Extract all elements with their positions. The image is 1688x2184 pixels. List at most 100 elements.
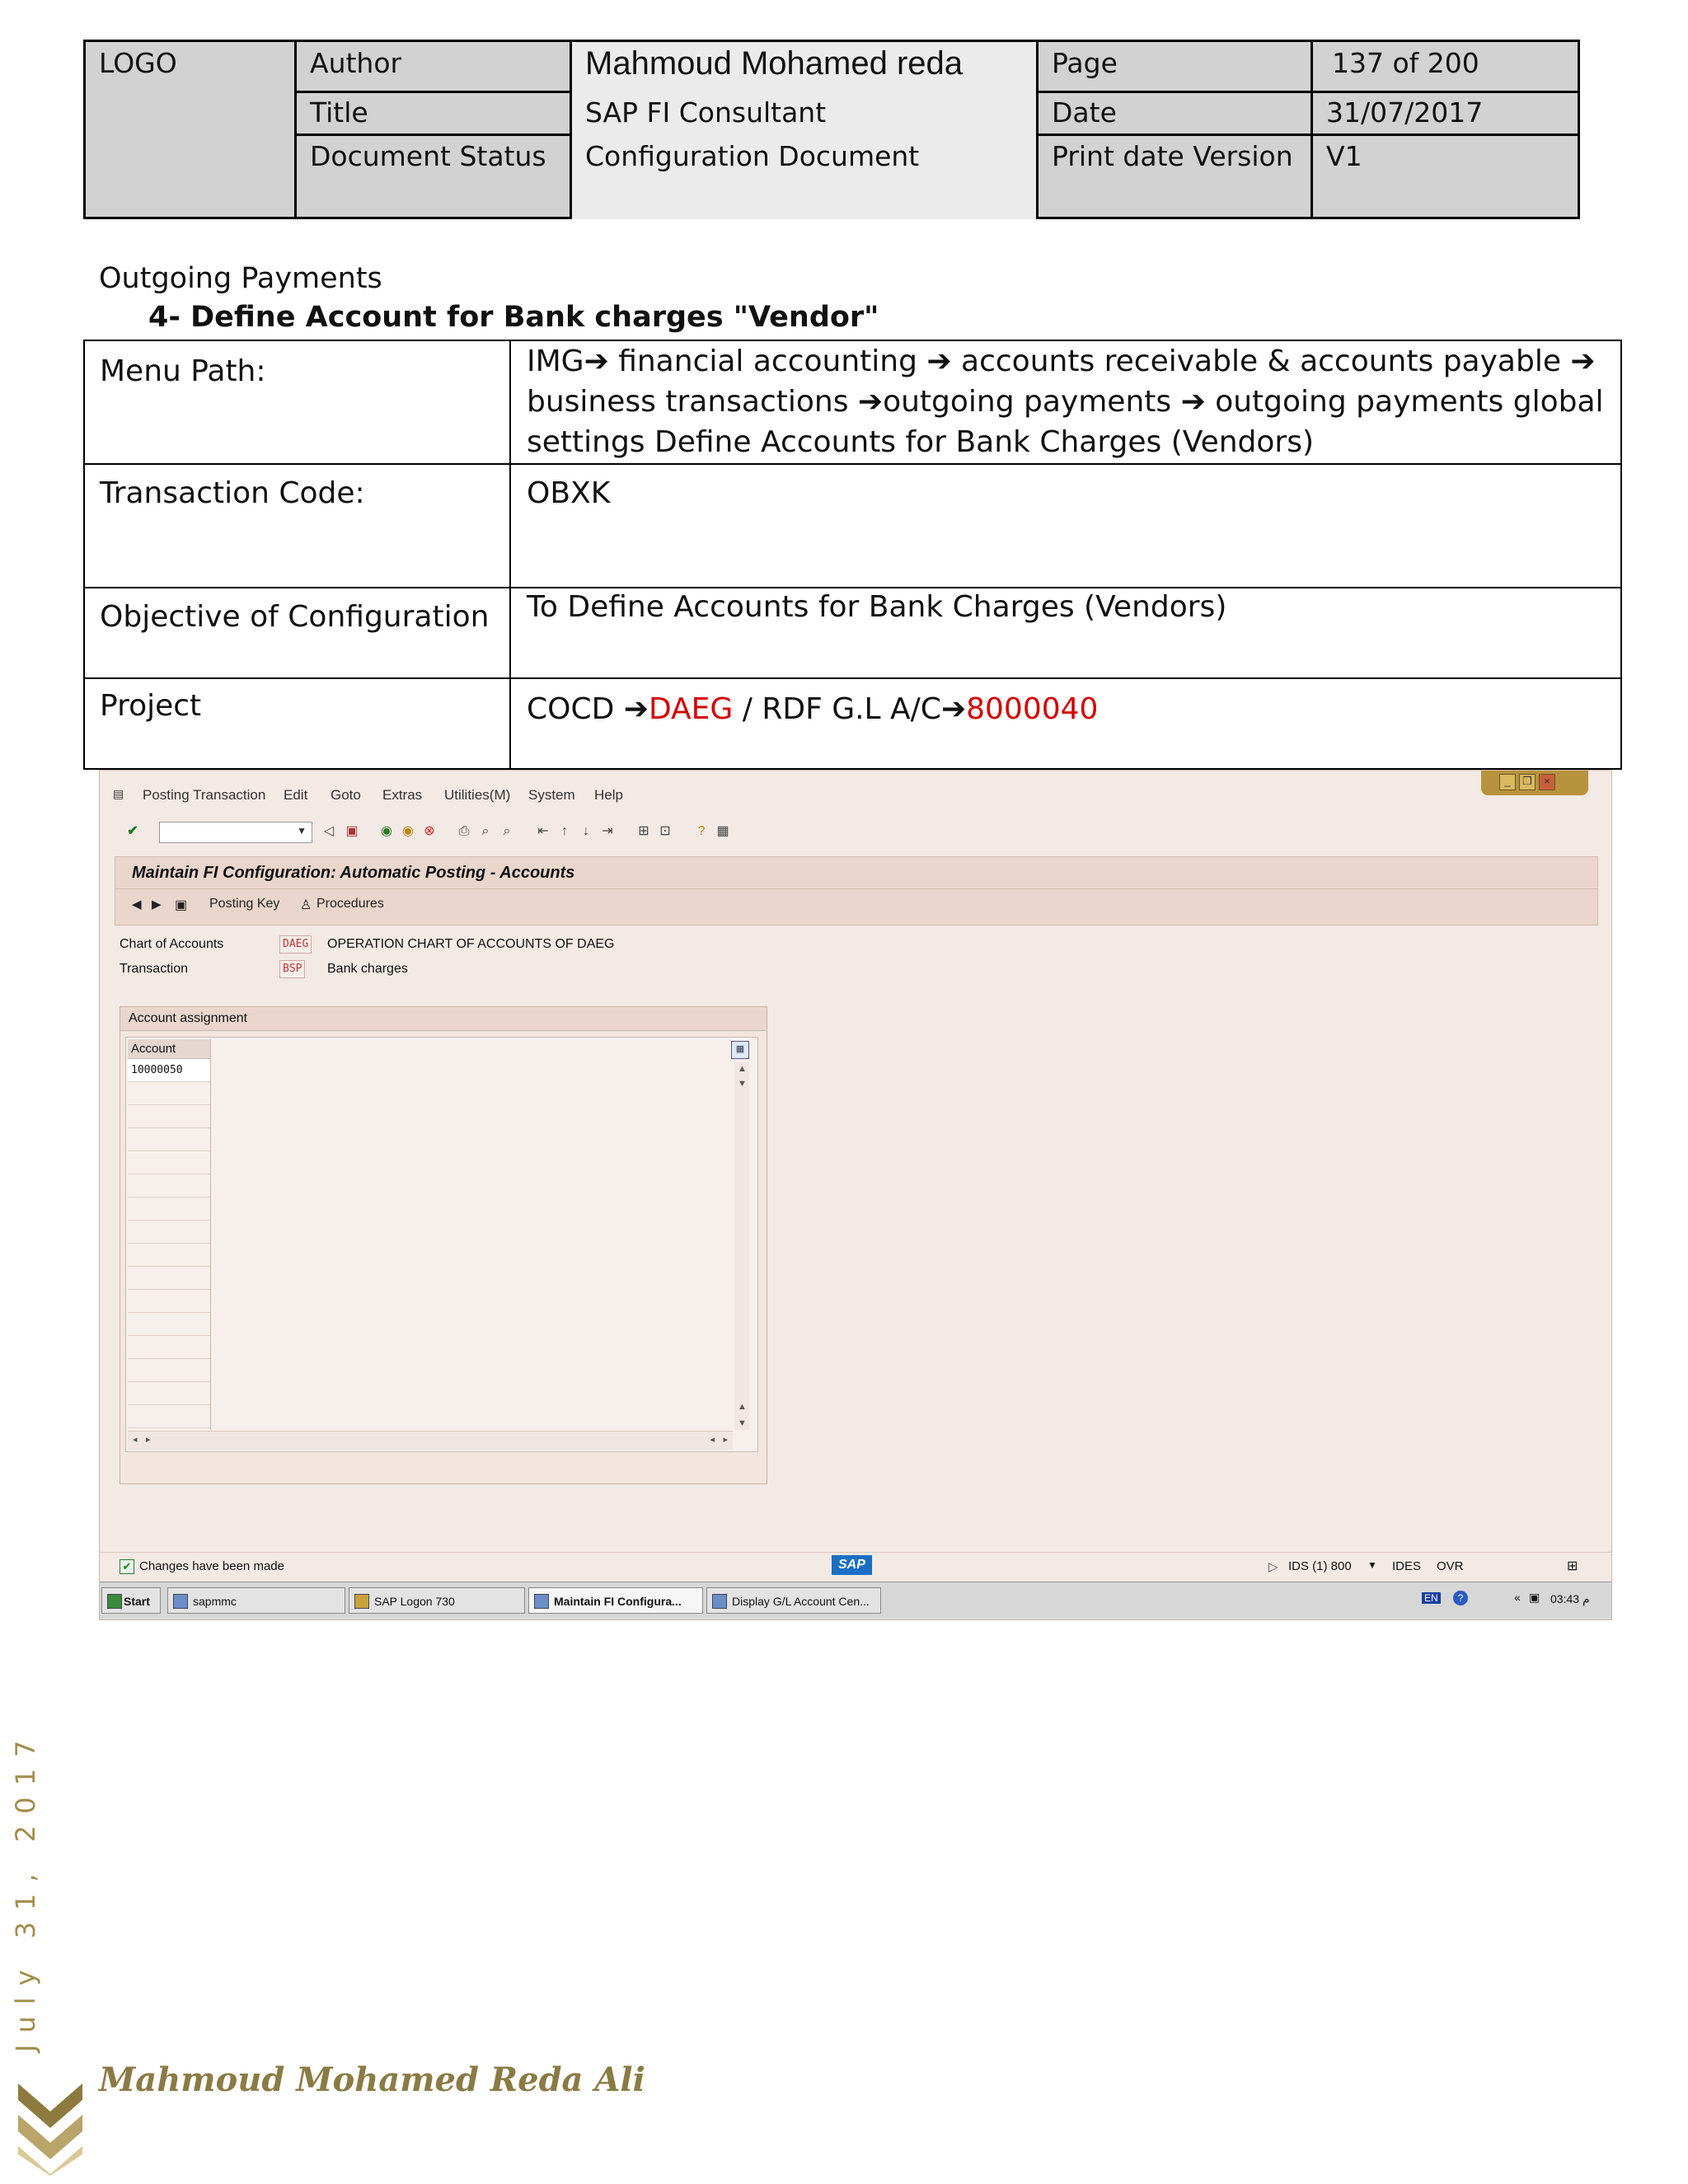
account-cell-empty[interactable] [128,1267,210,1290]
shortcut-icon[interactable]: ⊡ [657,823,673,840]
scroll-left-icon[interactable]: ◂ [133,1434,138,1445]
screen-title-area: Maintain FI Configuration: Automatic Pos… [115,856,1598,926]
help-icon[interactable]: ? [693,823,710,840]
insert-mode[interactable]: OVR [1437,1559,1464,1573]
account-cell-empty[interactable] [128,1336,210,1359]
task-sapmmc[interactable]: sapmmc [167,1587,345,1614]
scroll-down-icon[interactable]: ▼ [738,1079,747,1089]
posting-key-button[interactable]: Posting Key [209,897,279,912]
account-cell-empty[interactable] [128,1221,210,1244]
menu-posting-transaction[interactable]: Posting Transaction [143,787,265,804]
scroll-right-icon[interactable]: ▸ [723,1434,728,1445]
find-icon[interactable]: ⌕ [477,823,494,840]
logo-placeholder: LOGO [99,47,177,79]
scroll-up-icon[interactable]: ▲ [738,1064,747,1074]
horizontal-scrollbar[interactable]: ◂ ▸ ◂ ▸ [128,1431,733,1450]
task-sap-logon[interactable]: SAP Logon 730 [349,1587,525,1614]
find-next-icon[interactable]: ⌕ [499,823,515,840]
menu-goto[interactable]: Goto [331,787,361,804]
next-entry-icon[interactable]: ▶ [152,897,162,912]
section-title: Outgoing Payments [99,262,382,295]
account-cell-empty[interactable] [128,1174,210,1197]
menu-extras[interactable]: Extras [382,787,422,804]
date-value: 31/07/2017 [1326,96,1484,129]
account-cell-empty[interactable] [128,1382,210,1405]
windows-logo-icon [107,1594,122,1609]
task-maintain-fi-configuration[interactable]: Maintain FI Configura... [528,1587,703,1614]
procedures-icon[interactable]: ♙ [300,897,312,913]
help-icon[interactable]: ? [1453,1591,1468,1605]
network-icon[interactable]: ▣ [1529,1591,1540,1605]
account-cell-empty[interactable] [128,1244,210,1267]
account-cell-empty[interactable] [128,1405,210,1428]
next-page-icon[interactable]: ↓ [578,823,594,840]
chart-of-accounts-field[interactable]: DAEG [279,935,312,954]
posting-key-icon[interactable]: ▣ [175,897,187,913]
status-triangle-icon[interactable]: ▷ [1268,1559,1278,1574]
scroll-down-icon[interactable]: ▼ [738,1418,747,1428]
account-column-header[interactable]: Account [128,1039,210,1059]
layout-menu-icon[interactable]: ▦ [715,823,731,840]
tray-expand-icon[interactable]: « [1514,1591,1521,1604]
sap-menu-bar: ▤ Posting Transaction Edit Goto Extras U… [100,780,1611,810]
task-display-gl-account[interactable]: Display G/L Account Cen... [706,1587,881,1614]
start-button[interactable]: Start [101,1587,161,1614]
windows-taskbar: Start sapmmc SAP Logon 730 Maintain FI C… [100,1582,1611,1619]
account-cell-empty[interactable] [128,1128,210,1151]
cancel-icon[interactable]: ⊗ [421,823,438,840]
account-cell-empty[interactable] [128,1359,210,1382]
print-icon[interactable]: ⎙ [456,823,472,840]
account-assignment-grid: Account 10000050 ▦ ▲ ▼ ▲ ▼ ◂ ▸ ◂ ▸ [125,1037,758,1452]
scroll-right-icon[interactable]: ▸ [146,1434,151,1445]
menu-path-label: Menu Path: [100,354,266,388]
transaction-field[interactable]: BSP [279,960,306,978]
system-info-dropdown-icon[interactable]: ▼ [1367,1559,1377,1571]
project-label: Project [100,689,202,723]
menu-icon[interactable]: ▤ [113,787,124,801]
menu-edit[interactable]: Edit [284,787,307,804]
first-page-icon[interactable]: ⇤ [535,823,551,840]
sap-standard-toolbar: ✔ ▼ ◁ ▣ ◉ ◉ ⊗ ⎙ ⌕ ⌕ ⇤ ↑ ↓ ⇥ ⊞ ⊡ ? ▦ [100,815,1611,848]
procedures-button[interactable]: Procedures [316,897,384,912]
last-page-icon[interactable]: ⇥ [599,823,616,840]
exit-icon[interactable]: ◉ [400,823,416,840]
app-icon [173,1594,188,1609]
transaction-description: Bank charges [327,962,408,976]
menu-help[interactable]: Help [594,787,623,804]
account-cell-empty[interactable] [128,1105,210,1128]
enter-check-icon[interactable]: ✔ [124,823,141,840]
account-cell-empty[interactable] [128,1197,210,1221]
section-subtitle: 4- Define Account for Bank charges "Vend… [148,301,879,334]
vertical-scrollbar[interactable]: ▲ ▼ ▲ ▼ [734,1062,749,1430]
create-session-icon[interactable]: ⊞ [635,823,652,840]
dropdown-arrow-icon[interactable]: ▼ [297,825,307,837]
arrow-icon: ➔ [623,692,649,726]
back-arrow-icon[interactable]: ◁ [321,823,337,840]
page-label: Page [1052,47,1118,79]
menu-system[interactable]: System [528,787,575,804]
previous-page-icon[interactable]: ↑ [556,823,573,840]
account-cell-empty[interactable] [128,1313,210,1336]
menu-utilities[interactable]: Utilities(M) [444,787,510,804]
print-date-version-label: Print date Version [1052,140,1293,172]
account-cell[interactable]: 10000050 [128,1059,210,1082]
chevron-logo-icon [18,2083,82,2176]
account-cell-empty[interactable] [128,1151,210,1174]
title-value: SAP FI Consultant [585,96,827,129]
command-field[interactable]: ▼ [159,822,312,843]
scroll-left-icon[interactable]: ◂ [710,1434,715,1445]
sap-window-screenshot: _ ❐ × ▤ Posting Transaction Edit Goto Ex… [99,770,1612,1620]
account-cell-empty[interactable] [128,1082,210,1105]
scroll-up-icon[interactable]: ▲ [738,1402,747,1412]
account-cell-empty[interactable] [128,1290,210,1313]
language-indicator[interactable]: EN [1422,1592,1441,1604]
document-status-label: Document Status [310,140,546,172]
save-icon[interactable]: ▣ [344,823,360,840]
lock-icon[interactable]: ⊞ [1567,1558,1578,1574]
column-settings-icon[interactable]: ▦ [731,1041,749,1059]
previous-entry-icon[interactable]: ◀ [132,897,142,912]
system-info[interactable]: IDS (1) 800 [1288,1559,1352,1573]
back-icon[interactable]: ◉ [378,823,395,840]
arrow-icon: ➔ [857,385,884,419]
title-label: Title [310,96,368,129]
